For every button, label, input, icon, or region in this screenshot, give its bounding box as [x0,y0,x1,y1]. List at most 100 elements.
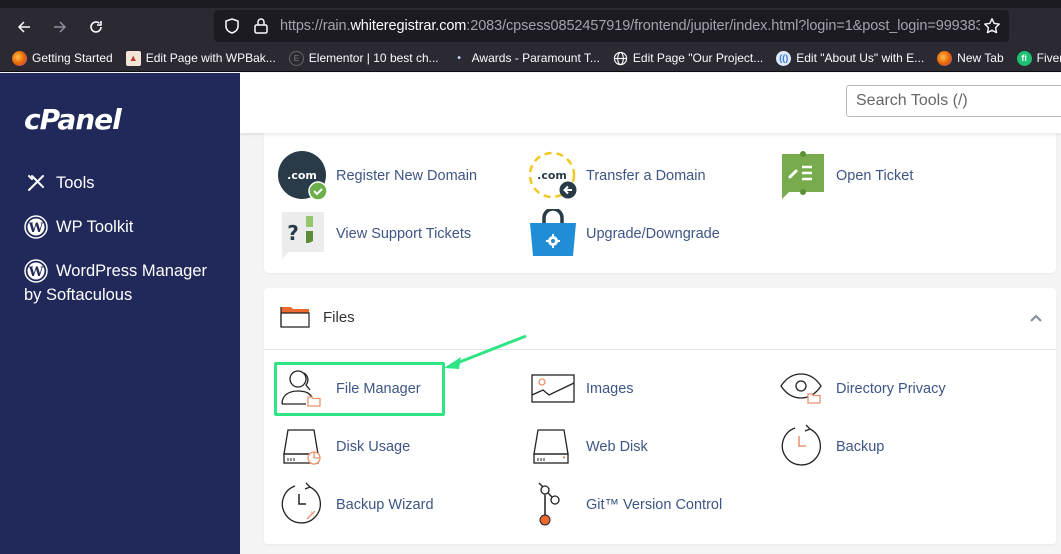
open-ticket-icon [778,151,828,201]
tool-disk-usage[interactable]: Disk Usage [278,422,410,472]
svg-text:W: W [28,265,44,280]
tool-label: Directory Privacy [836,381,946,397]
bookmark-item[interactable]: • Awards - Paramount T... [452,51,600,66]
bookmark-label: Edit "About Us" with E... [796,51,925,65]
bookmark-label: Fiverr / [1036,51,1061,65]
tool-images[interactable]: Images [528,364,634,414]
forward-button[interactable] [42,12,78,42]
bookmark-item[interactable]: Edit Page "Our Project... [613,51,763,66]
backup-icon [778,422,828,472]
images-icon [528,364,578,414]
chevron-up-icon[interactable] [1028,310,1044,326]
bookmark-item[interactable]: New Tab [937,50,1004,66]
disk-usage-icon [278,422,328,472]
tool-label: Web Disk [586,439,648,455]
tool-label: Register New Domain [336,168,478,184]
wave-icon: (() [776,50,792,66]
reload-button[interactable] [78,12,114,42]
url-bar[interactable]: https://rain.whiteregistrar.com:2083/cps… [214,10,1009,42]
folder-icon [280,307,310,328]
url-text[interactable]: https://rain.whiteregistrar.com:2083/cps… [280,18,980,34]
tool-label: Backup Wizard [336,497,434,513]
backup-wizard-icon [278,480,328,530]
transfer-domain-icon: .com [528,151,578,201]
sidebar-item-tools[interactable]: Tools [24,171,95,195]
tool-backup-wizard[interactable]: Backup Wizard [278,480,434,530]
reload-icon [90,20,102,33]
directory-privacy-icon [778,364,828,414]
back-button[interactable] [6,12,42,42]
elementor-icon: E [288,50,304,66]
tool-web-disk[interactable]: Web Disk [528,422,648,472]
svg-text:?: ? [287,221,299,245]
main-content: .com Register New Domain .com Transfer a… [240,73,1061,554]
bookmark-label: Elementor | 10 best ch... [308,51,439,65]
browser-navbar: https://rain.whiteregistrar.com:2083/cps… [0,8,1061,45]
tool-transfer-domain[interactable]: .com Transfer a Domain [528,151,706,201]
tool-open-ticket[interactable]: Open Ticket [778,151,913,201]
tool-label: Git™ Version Control [586,497,723,513]
sidebar-item-label: WP Toolkit [56,218,134,236]
sidebar-item-label: Tools [56,174,95,192]
svg-text:.com: .com [287,169,317,182]
sidebar-item-label: WordPress Manager by Softaculous [24,262,208,304]
tools-icon [24,171,48,195]
tool-git-version-control[interactable]: Git™ Version Control [528,480,722,530]
firefox-icon [937,50,953,66]
bookmark-item[interactable]: Getting Started [12,50,113,66]
wpbakery-icon: ▲ [125,50,141,66]
bookmarks-toolbar: Getting Started ▲ Edit Page with WPBak...… [0,45,1061,72]
tool-label: Transfer a Domain [586,168,706,184]
tool-label: Backup [836,439,885,455]
bookmark-item[interactable]: (() Edit "About Us" with E... [776,50,925,66]
fiverr-icon: fi [1016,50,1032,66]
bookmark-label: Awards - Paramount T... [471,51,600,65]
tool-label: Images [586,381,634,397]
tool-label: View Support Tickets [336,226,472,242]
web-disk-icon [528,422,578,472]
tool-directory-privacy[interactable]: Directory Privacy [778,364,946,414]
register-domain-icon: .com [278,151,328,201]
files-section-title: Files [323,309,355,326]
wordpress-icon: W [24,259,48,283]
tool-label: File Manager [336,381,421,397]
svg-text:.com: .com [537,169,567,182]
pin-icon: • [457,52,461,64]
search-tools-input[interactable] [846,85,1061,117]
tool-backup[interactable]: Backup [778,422,884,472]
tool-label: Upgrade/Downgrade [586,226,720,242]
file-manager-icon [278,364,328,414]
git-icon [528,480,578,530]
svg-text:W: W [28,221,44,236]
tool-register-new-domain[interactable]: .com Register New Domain [278,151,477,201]
wordpress-icon: W [24,215,48,239]
tool-file-manager[interactable]: File Manager [278,364,421,414]
window-titlebar [0,0,1061,8]
firefox-icon [12,50,27,66]
cpanel-logo[interactable]: cPanel [24,103,122,136]
support-tickets-icon: ? [278,209,328,259]
bookmark-item[interactable]: fi Fiverr / [1016,50,1061,66]
sidebar: cPanel Tools W WP Toolkit W WordPress Ma… [0,73,240,554]
top-bar [240,73,1061,133]
tool-upgrade-downgrade[interactable]: Upgrade/Downgrade [528,209,720,259]
files-card: Files File Manager Images Directory Priv… [264,288,1056,544]
bookmark-label: Getting Started [32,51,113,65]
arrow-left-icon [17,20,30,33]
bookmark-label: New Tab [957,51,1004,65]
globe-icon [613,51,628,66]
lock-icon[interactable] [253,17,269,35]
bookmark-star-icon[interactable] [983,17,1001,35]
bookmark-item[interactable]: E Elementor | 10 best ch... [288,50,439,66]
url-suffix: :2083/cpsess0852457919/frontend/jupiter/… [466,18,980,34]
upgrade-icon [528,209,578,259]
bookmark-item[interactable]: ▲ Edit Page with WPBak... [125,50,276,66]
files-section-header[interactable]: Files [264,288,1056,350]
bookmark-label: Edit Page with WPBak... [145,51,276,65]
tool-view-support-tickets[interactable]: ? View Support Tickets [278,209,471,259]
arrow-right-icon [54,20,67,33]
shield-icon[interactable] [223,17,241,35]
sidebar-item-wordpress-manager[interactable]: W WordPress Manager by Softaculous [24,259,224,307]
tool-label: Disk Usage [336,439,411,455]
sidebar-item-wp-toolkit[interactable]: W WP Toolkit [24,215,133,239]
